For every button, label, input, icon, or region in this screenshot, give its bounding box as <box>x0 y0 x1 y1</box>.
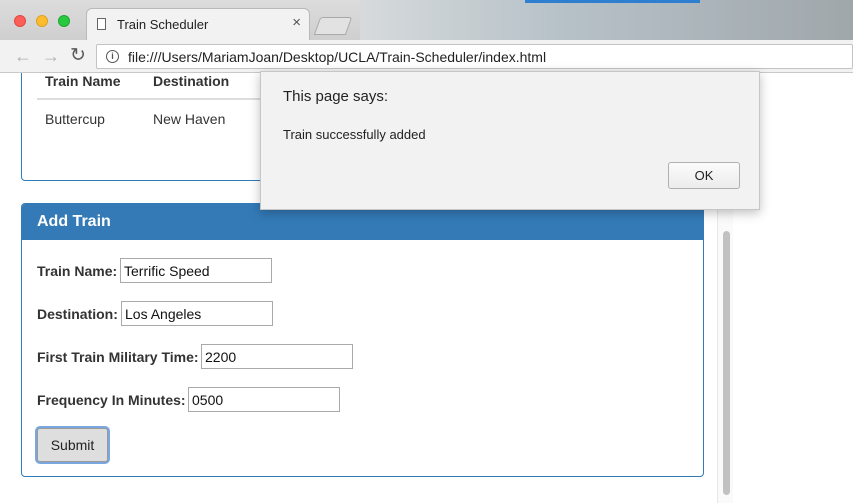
maximize-window-button[interactable] <box>58 15 70 27</box>
address-bar[interactable]: i file:///Users/MariamJoan/Desktop/UCLA/… <box>96 44 853 69</box>
submit-button[interactable]: Submit <box>37 428 108 462</box>
dialog-title: This page says: <box>283 88 389 105</box>
close-window-button[interactable] <box>14 15 26 27</box>
back-arrow-icon[interactable]: ← <box>14 46 32 66</box>
column-header-destination: Destination <box>153 73 230 89</box>
alert-dialog: This page says: Train successfully added… <box>260 71 760 210</box>
new-tab-button[interactable] <box>313 17 353 35</box>
browser-toolbar: ← → ↻ i file:///Users/MariamJoan/Desktop… <box>0 40 853 73</box>
reload-icon[interactable]: ↻ <box>70 46 86 66</box>
tab-strip-background <box>360 0 853 40</box>
url-text[interactable]: file:///Users/MariamJoan/Desktop/UCLA/Tr… <box>128 49 546 65</box>
table-cell-train-name: Buttercup <box>45 111 105 127</box>
browser-titlebar: Train Scheduler × <box>0 0 853 41</box>
minimize-window-button[interactable] <box>36 15 48 27</box>
destination-label: Destination: <box>37 306 118 322</box>
info-icon[interactable]: i <box>106 50 119 63</box>
tab-title: Train Scheduler <box>117 17 209 32</box>
forward-arrow-icon[interactable]: → <box>42 46 60 66</box>
train-name-label: Train Name: <box>37 263 118 279</box>
page-icon <box>97 18 106 30</box>
scrollbar-thumb[interactable] <box>723 231 730 495</box>
ok-button[interactable]: OK <box>668 162 740 189</box>
frequency-label: Frequency In Minutes: <box>37 392 186 408</box>
first-train-time-input[interactable] <box>201 344 353 369</box>
tab-close-icon[interactable]: × <box>292 15 301 31</box>
dialog-message: Train successfully added <box>283 127 426 142</box>
train-name-input[interactable] <box>120 258 272 283</box>
first-train-time-label: First Train Military Time: <box>37 349 199 365</box>
add-train-panel: Add Train Train Name: Destination: First… <box>21 203 704 477</box>
destination-input[interactable] <box>121 301 273 326</box>
frequency-input[interactable] <box>188 387 340 412</box>
table-header-divider <box>37 98 277 100</box>
browser-tab[interactable]: Train Scheduler × <box>86 8 310 41</box>
column-header-train-name: Train Name <box>45 73 121 89</box>
tab-strip-accent <box>525 0 700 3</box>
add-train-title: Add Train <box>37 213 111 230</box>
table-cell-destination: New Haven <box>153 111 226 127</box>
